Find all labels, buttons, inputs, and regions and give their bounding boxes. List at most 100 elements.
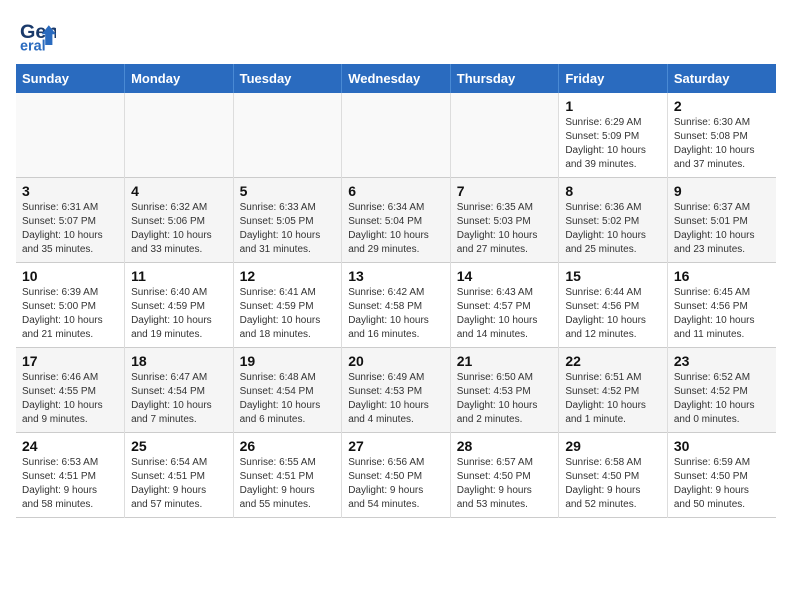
day-info: Sunrise: 6:37 AMSunset: 5:01 PMDaylight:… [674,201,770,257]
calendar-cell [125,93,234,178]
logo: Gen eral [20,18,60,54]
day-info: Sunrise: 6:40 AMSunset: 4:59 PMDaylight:… [131,286,227,342]
calendar-cell: 22 Sunrise: 6:51 AMSunset: 4:52 PMDayligh… [559,348,668,433]
day-info: Sunrise: 6:53 AMSunset: 4:51 PMDaylight:… [22,456,118,512]
day-number: 28 [457,438,553,454]
calendar-cell: 10 Sunrise: 6:39 AMSunset: 5:00 PMDayligh… [16,263,125,348]
calendar-cell: 9 Sunrise: 6:37 AMSunset: 5:01 PMDaylight… [667,178,776,263]
calendar-week-1: 1 Sunrise: 6:29 AMSunset: 5:09 PMDaylight… [16,93,776,178]
day-number: 4 [131,183,227,199]
calendar-cell [233,93,342,178]
day-number: 24 [22,438,118,454]
calendar-cell [16,93,125,178]
weekday-header-sunday: Sunday [16,64,125,93]
day-number: 1 [565,98,661,114]
calendar-cell: 7 Sunrise: 6:35 AMSunset: 5:03 PMDaylight… [450,178,559,263]
day-number: 2 [674,98,770,114]
weekday-header-tuesday: Tuesday [233,64,342,93]
day-info: Sunrise: 6:33 AMSunset: 5:05 PMDaylight:… [240,201,336,257]
calendar-cell [450,93,559,178]
calendar-cell: 3Sunrise: 6:31 AMSunset: 5:07 PMDaylight… [16,178,125,263]
day-info: Sunrise: 6:29 AMSunset: 5:09 PMDaylight:… [565,116,661,172]
day-info: Sunrise: 6:39 AMSunset: 5:00 PMDaylight:… [22,286,118,342]
day-number: 18 [131,353,227,369]
page-header: Gen eral [0,0,792,64]
calendar-cell [342,93,451,178]
day-info: Sunrise: 6:34 AMSunset: 5:04 PMDaylight:… [348,201,444,257]
day-number: 13 [348,268,444,284]
day-number: 27 [348,438,444,454]
day-info: Sunrise: 6:30 AMSunset: 5:08 PMDaylight:… [674,116,770,172]
day-number: 10 [22,268,118,284]
calendar-cell: 12Sunrise: 6:41 AMSunset: 4:59 PMDayligh… [233,263,342,348]
day-info: Sunrise: 6:52 AMSunset: 4:52 PMDaylight:… [674,371,770,427]
day-info: Sunrise: 6:47 AMSunset: 4:54 PMDaylight:… [131,371,227,427]
logo-icon: Gen eral [20,18,56,54]
calendar-cell: 17Sunrise: 6:46 AMSunset: 4:55 PMDayligh… [16,348,125,433]
day-number: 8 [565,183,661,199]
day-number: 30 [674,438,770,454]
weekday-header-thursday: Thursday [450,64,559,93]
calendar-cell: 27 Sunrise: 6:56 AMSunset: 4:50 PMDayligh… [342,433,451,518]
calendar-cell: 29 Sunrise: 6:58 AMSunset: 4:50 PMDayligh… [559,433,668,518]
day-info: Sunrise: 6:51 AMSunset: 4:52 PMDaylight:… [565,371,661,427]
calendar-week-3: 10 Sunrise: 6:39 AMSunset: 5:00 PMDayligh… [16,263,776,348]
day-number: 12 [240,268,336,284]
calendar-cell: 21 Sunrise: 6:50 AMSunset: 4:53 PMDayligh… [450,348,559,433]
day-info: Sunrise: 6:59 AMSunset: 4:50 PMDaylight:… [674,456,770,512]
calendar-cell: 14Sunrise: 6:43 AMSunset: 4:57 PMDayligh… [450,263,559,348]
calendar-cell: 8 Sunrise: 6:36 AMSunset: 5:02 PMDaylight… [559,178,668,263]
weekday-header-friday: Friday [559,64,668,93]
day-info: Sunrise: 6:46 AMSunset: 4:55 PMDaylight:… [22,371,118,427]
calendar-header: SundayMondayTuesdayWednesdayThursdayFrid… [16,64,776,93]
day-number: 25 [131,438,227,454]
calendar-cell: 6 Sunrise: 6:34 AMSunset: 5:04 PMDaylight… [342,178,451,263]
day-number: 6 [348,183,444,199]
day-number: 22 [565,353,661,369]
day-number: 26 [240,438,336,454]
day-info: Sunrise: 6:48 AMSunset: 4:54 PMDaylight:… [240,371,336,427]
calendar-cell: 16 Sunrise: 6:45 AMSunset: 4:56 PMDayligh… [667,263,776,348]
day-info: Sunrise: 6:56 AMSunset: 4:50 PMDaylight:… [348,456,444,512]
day-info: Sunrise: 6:50 AMSunset: 4:53 PMDaylight:… [457,371,553,427]
day-number: 29 [565,438,661,454]
calendar-cell: 15Sunrise: 6:44 AMSunset: 4:56 PMDayligh… [559,263,668,348]
calendar-cell: 19Sunrise: 6:48 AMSunset: 4:54 PMDayligh… [233,348,342,433]
calendar-cell: 5Sunrise: 6:33 AMSunset: 5:05 PMDaylight… [233,178,342,263]
day-info: Sunrise: 6:43 AMSunset: 4:57 PMDaylight:… [457,286,553,342]
day-info: Sunrise: 6:32 AMSunset: 5:06 PMDaylight:… [131,201,227,257]
day-info: Sunrise: 6:54 AMSunset: 4:51 PMDaylight:… [131,456,227,512]
day-info: Sunrise: 6:57 AMSunset: 4:50 PMDaylight:… [457,456,553,512]
calendar-week-2: 3Sunrise: 6:31 AMSunset: 5:07 PMDaylight… [16,178,776,263]
day-info: Sunrise: 6:55 AMSunset: 4:51 PMDaylight:… [240,456,336,512]
day-number: 16 [674,268,770,284]
calendar-cell: 13Sunrise: 6:42 AMSunset: 4:58 PMDayligh… [342,263,451,348]
day-number: 9 [674,183,770,199]
day-number: 23 [674,353,770,369]
calendar-cell: 25 Sunrise: 6:54 AMSunset: 4:51 PMDayligh… [125,433,234,518]
day-info: Sunrise: 6:36 AMSunset: 5:02 PMDaylight:… [565,201,661,257]
day-info: Sunrise: 6:49 AMSunset: 4:53 PMDaylight:… [348,371,444,427]
calendar-cell: 23 Sunrise: 6:52 AMSunset: 4:52 PMDayligh… [667,348,776,433]
calendar-cell: 18 Sunrise: 6:47 AMSunset: 4:54 PMDayligh… [125,348,234,433]
weekday-header-monday: Monday [125,64,234,93]
weekday-header-saturday: Saturday [667,64,776,93]
day-info: Sunrise: 6:58 AMSunset: 4:50 PMDaylight:… [565,456,661,512]
day-info: Sunrise: 6:31 AMSunset: 5:07 PMDaylight:… [22,201,118,257]
calendar-cell: 11 Sunrise: 6:40 AMSunset: 4:59 PMDayligh… [125,263,234,348]
calendar-cell: 24 Sunrise: 6:53 AMSunset: 4:51 PMDayligh… [16,433,125,518]
day-number: 7 [457,183,553,199]
day-number: 21 [457,353,553,369]
calendar-cell: 30 Sunrise: 6:59 AMSunset: 4:50 PMDayligh… [667,433,776,518]
calendar-cell: 26 Sunrise: 6:55 AMSunset: 4:51 PMDayligh… [233,433,342,518]
calendar-container: SundayMondayTuesdayWednesdayThursdayFrid… [0,64,792,518]
day-number: 11 [131,268,227,284]
day-info: Sunrise: 6:35 AMSunset: 5:03 PMDaylight:… [457,201,553,257]
calendar-cell: 4 Sunrise: 6:32 AMSunset: 5:06 PMDaylight… [125,178,234,263]
day-info: Sunrise: 6:45 AMSunset: 4:56 PMDaylight:… [674,286,770,342]
calendar-body: 1 Sunrise: 6:29 AMSunset: 5:09 PMDaylight… [16,93,776,518]
calendar-cell: 1 Sunrise: 6:29 AMSunset: 5:09 PMDaylight… [559,93,668,178]
calendar-table: SundayMondayTuesdayWednesdayThursdayFrid… [16,64,776,518]
weekday-header-wednesday: Wednesday [342,64,451,93]
calendar-cell: 2 Sunrise: 6:30 AMSunset: 5:08 PMDaylight… [667,93,776,178]
